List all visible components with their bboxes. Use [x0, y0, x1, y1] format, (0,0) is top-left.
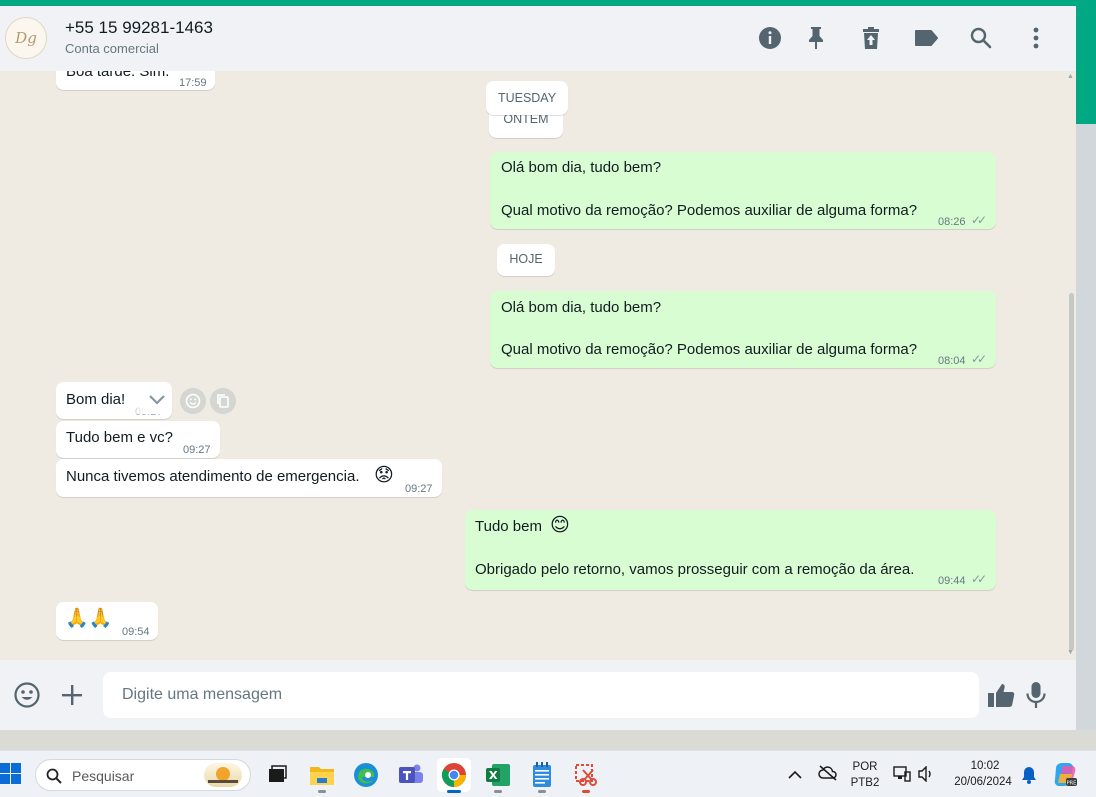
search-highlight-icon	[204, 763, 242, 787]
taskbar-search-box[interactable]: Pesquisar	[35, 759, 251, 791]
folded-hands-emoji: 🙏🙏	[65, 608, 113, 629]
chevron-down-icon[interactable]	[147, 389, 167, 415]
copilot-icon[interactable]: PRE	[1052, 762, 1078, 793]
scroll-down-icon[interactable]: ▼	[1067, 649, 1074, 656]
react-emoji-icon[interactable]	[180, 388, 206, 414]
message-time: 17:59	[179, 77, 207, 89]
network-icon[interactable]	[893, 765, 911, 788]
app-active-indicator	[447, 790, 461, 793]
message-text: Tudo bem e vc?	[66, 429, 173, 446]
svg-text:PRE: PRE	[1067, 781, 1077, 787]
message-outgoing[interactable]: Olá bom dia, tudo bem? Qual motivo da re…	[490, 291, 996, 368]
edge-icon[interactable]	[349, 758, 383, 792]
contact-subtitle: Conta comercial	[65, 41, 159, 56]
message-line-2: Qual motivo da remoção? Podemos auxiliar…	[501, 202, 918, 219]
thumbs-up-icon[interactable]	[986, 680, 1016, 710]
message-input[interactable]	[103, 672, 979, 718]
volume-icon[interactable]	[917, 765, 935, 787]
task-view-icon[interactable]	[260, 758, 294, 792]
copy-icon[interactable]	[210, 388, 236, 414]
menu-icon[interactable]	[1022, 24, 1050, 52]
app-running-indicator	[582, 790, 590, 793]
date-chip-hoje: HOJE	[497, 244, 555, 276]
excel-icon[interactable]	[481, 758, 515, 793]
message-line-1: Olá bom dia, tudo bem?	[501, 299, 662, 316]
app-running-indicator	[318, 790, 326, 793]
os-taskbar: Pesquisar POR PTB2 10:02 20/06/2024 PRE	[0, 750, 1096, 797]
chat-header: Dg +55 15 99281-1463 Conta comercial	[0, 6, 1076, 71]
window-edge-accent	[1076, 6, 1096, 124]
label-icon[interactable]	[912, 24, 940, 52]
teams-icon[interactable]	[394, 758, 428, 792]
message-outgoing[interactable]: Tudo bem 😊 Obrigado pelo retorno, vamos …	[465, 510, 996, 590]
chat-messages-panel[interactable]: Boa tarde. Sim. 17:59 ONTEM TUESDAY Olá …	[0, 71, 1076, 660]
message-line-2: Obrigado pelo retorno, vamos prosseguir …	[475, 561, 915, 578]
message-time: 08:04	[938, 355, 966, 367]
info-icon[interactable]	[756, 24, 784, 52]
file-explorer-icon[interactable]	[305, 758, 339, 793]
message-outgoing[interactable]: Olá bom dia, tudo bem? Qual motivo da re…	[490, 152, 996, 229]
message-time: 09:27	[183, 444, 211, 456]
window-edge-background	[1076, 124, 1096, 750]
message-incoming[interactable]: Bom dia! 09:27	[56, 382, 172, 419]
read-receipt-icon: ✓✓	[971, 352, 987, 366]
message-time: 09:44	[938, 575, 966, 587]
attach-plus-icon[interactable]	[57, 680, 87, 710]
window-bottom-gap	[0, 730, 1096, 750]
read-receipt-icon: ✓✓	[971, 213, 987, 227]
message-line-1: Tudo bem	[475, 518, 542, 535]
smiling-face-emoji: 😊	[550, 515, 570, 536]
show-hidden-icons-chevron-icon[interactable]	[788, 767, 802, 785]
windows-start-icon[interactable]	[0, 763, 22, 790]
app-running-indicator	[494, 790, 502, 793]
contact-name[interactable]: +55 15 99281-1463	[65, 18, 213, 38]
pin-icon[interactable]	[802, 24, 830, 52]
search-icon	[46, 768, 62, 784]
clock-time[interactable]: 10:02	[960, 760, 1010, 772]
read-receipt-icon: ✓✓	[971, 572, 987, 586]
emoji-icon[interactable]	[12, 680, 42, 710]
delete-icon[interactable]	[857, 24, 885, 52]
chat-scrollbar-thumb[interactable]	[1069, 293, 1074, 651]
message-composer	[0, 660, 1076, 730]
message-line-2: Qual motivo da remoção? Podemos auxiliar…	[501, 341, 918, 358]
input-language-top[interactable]: POR	[850, 761, 880, 773]
message-incoming[interactable]: Nunca tivemos atendimento de emergencia.…	[56, 459, 442, 497]
contact-avatar[interactable]: Dg	[5, 17, 47, 59]
avatar-initials: Dg	[15, 29, 37, 47]
date-chip-tuesday: TUESDAY	[486, 81, 568, 115]
scroll-up-icon[interactable]: ▲	[1067, 73, 1074, 80]
message-text: Nunca tivemos atendimento de emergencia.	[66, 468, 360, 485]
app-running-indicator	[538, 790, 546, 793]
clock-date[interactable]: 20/06/2024	[948, 776, 1018, 788]
worried-face-emoji: 😟	[374, 465, 394, 486]
microphone-icon[interactable]	[1021, 680, 1051, 710]
onedrive-offline-icon[interactable]	[818, 765, 838, 786]
taskbar-search-placeholder: Pesquisar	[72, 768, 135, 784]
message-line-1: Olá bom dia, tudo bem?	[501, 159, 662, 176]
message-text: Boa tarde. Sim.	[66, 71, 170, 80]
notification-bell-icon[interactable]	[1021, 766, 1037, 789]
message-time: 09:27	[405, 483, 433, 495]
message-time: 08:26	[938, 216, 966, 228]
input-language-bottom[interactable]: PTB2	[850, 777, 880, 789]
message-incoming[interactable]: 🙏🙏 09:54	[56, 602, 158, 640]
message-incoming[interactable]: Boa tarde. Sim. 17:59	[56, 71, 215, 90]
chrome-icon[interactable]	[437, 758, 471, 793]
snipping-tool-icon[interactable]	[569, 758, 603, 793]
search-icon[interactable]	[967, 24, 995, 52]
notepad-icon[interactable]	[525, 758, 559, 793]
message-text: Bom dia!	[66, 391, 126, 408]
message-incoming[interactable]: Tudo bem e vc? 09:27	[56, 421, 220, 458]
message-time: 09:54	[122, 626, 150, 638]
